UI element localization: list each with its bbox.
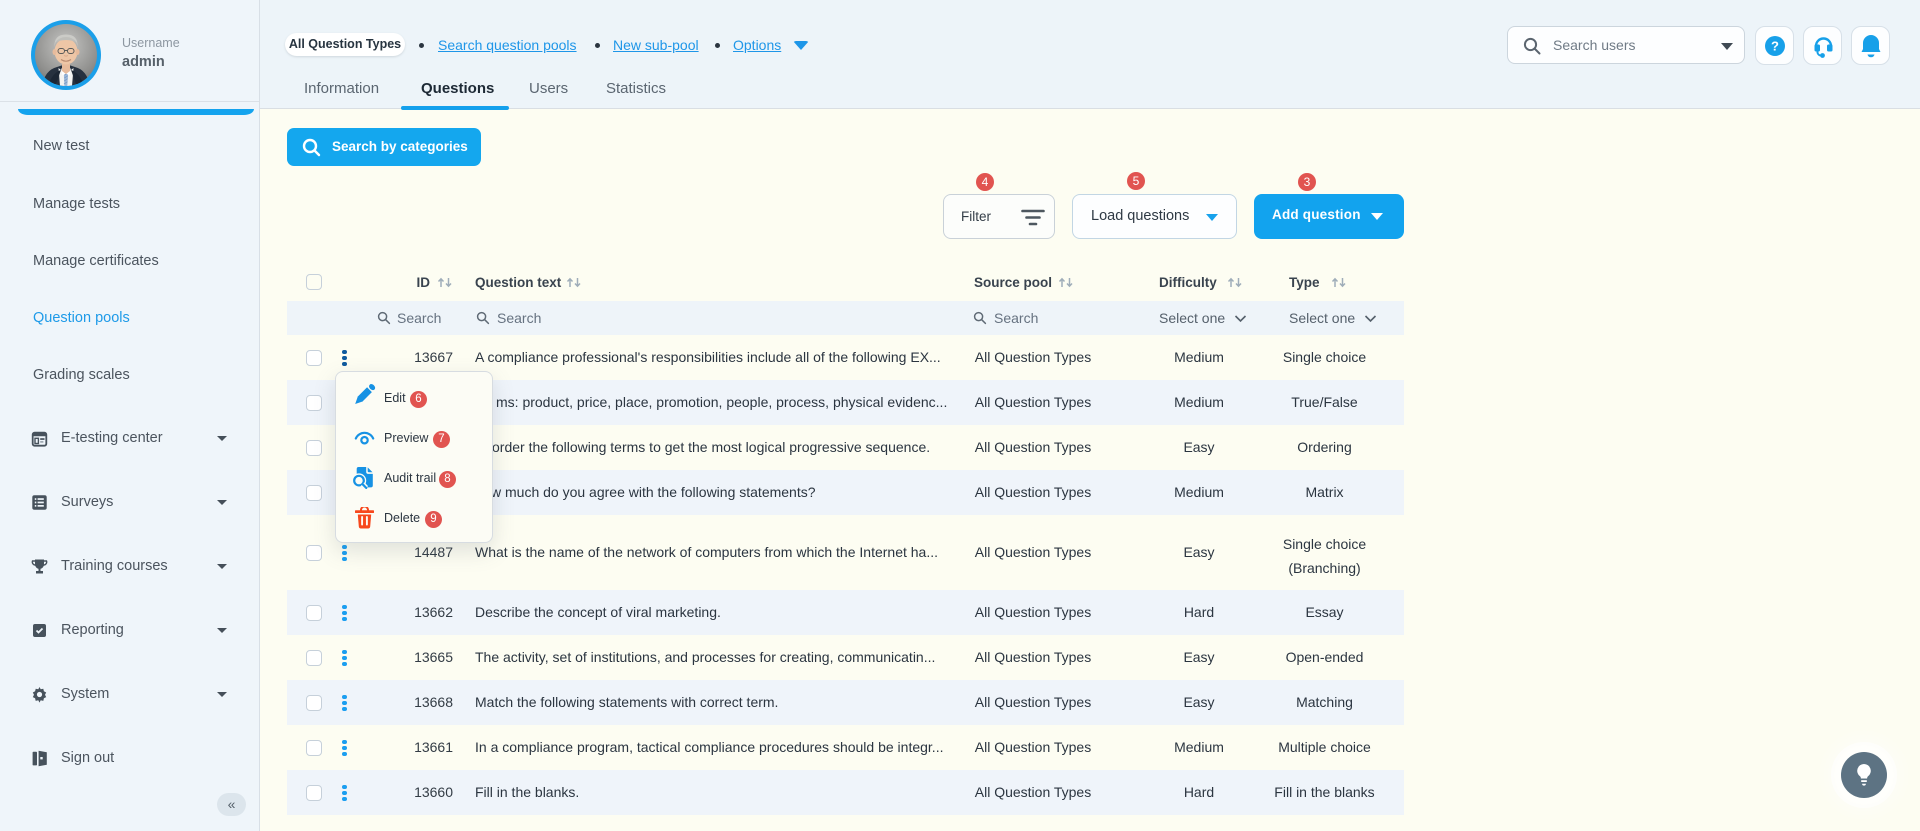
svg-text:?: ?: [1771, 39, 1779, 54]
